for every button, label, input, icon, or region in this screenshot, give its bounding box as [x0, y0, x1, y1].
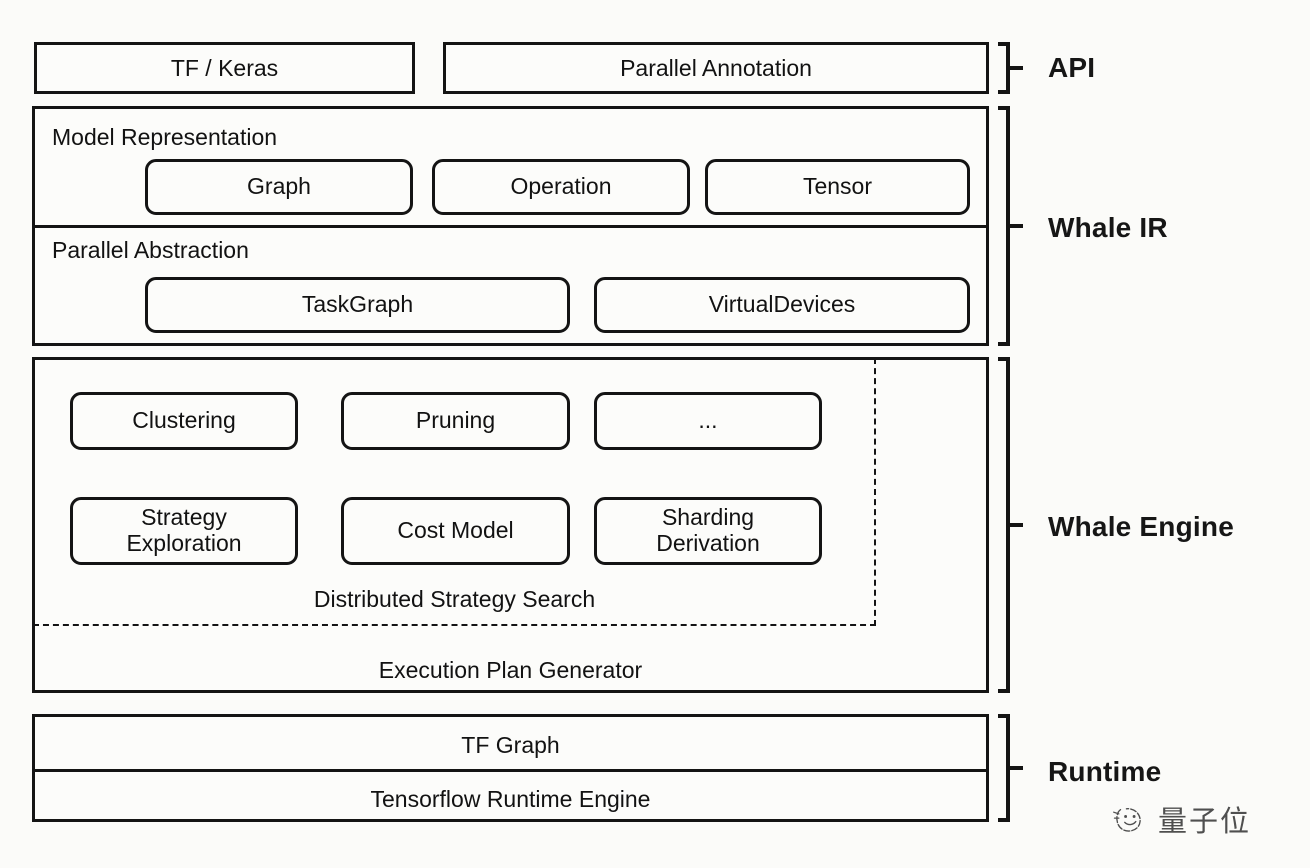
runtime-box-tensorflow-runtime-engine-label: Tensorflow Runtime Engine	[370, 786, 651, 812]
ir-box-virtualdevices[interactable]: VirtualDevices	[594, 277, 970, 333]
ir-box-graph-label: Graph	[247, 173, 311, 200]
engine-box-strategy-exploration-line2: Exploration	[126, 530, 242, 556]
watermark-text: 量子位	[1158, 804, 1252, 838]
runtime-divider	[32, 769, 989, 772]
engine-box-cost-model-line1: Cost Model	[397, 517, 514, 544]
smiley-face-icon	[1113, 808, 1141, 832]
diagram-canvas: TF / Keras Parallel Annotation API Model…	[0, 0, 1310, 868]
bracket-whale-engine	[998, 357, 1023, 693]
engine-box-strategy-exploration[interactable]: Strategy Exploration	[70, 497, 298, 565]
ir-box-tensor-label: Tensor	[802, 173, 873, 200]
engine-box-pruning[interactable]: Pruning	[341, 392, 570, 450]
runtime-box-tf-graph-label: TF Graph	[461, 732, 560, 758]
bracket-runtime-arm-bottom	[998, 818, 1010, 822]
distributed-strategy-search-caption: Distributed Strategy Search	[313, 586, 596, 612]
engine-box-sharding-derivation[interactable]: Sharding Derivation	[594, 497, 822, 565]
whale-ir-divider	[32, 225, 989, 228]
ir-box-operation-label: Operation	[510, 173, 612, 200]
section-label-whale-ir: Whale IR	[1048, 212, 1168, 243]
watermark: 量子位	[1112, 798, 1251, 840]
model-representation-title: Model Representation	[52, 124, 278, 150]
bracket-runtime-tick	[1010, 766, 1023, 770]
engine-box-pruning-label: Pruning	[415, 407, 496, 434]
engine-box-cost-model[interactable]: Cost Model	[341, 497, 570, 565]
bracket-whale-ir	[998, 106, 1023, 346]
execution-plan-generator-caption: Execution Plan Generator	[378, 657, 643, 683]
bracket-api	[998, 42, 1023, 94]
api-box-parallel-annotation-label: Parallel Annotation	[620, 54, 812, 81]
engine-box-ellipsis-label: ...	[698, 407, 718, 434]
bracket-api-tick	[1010, 66, 1023, 70]
bracket-whale-ir-arm-bottom	[998, 342, 1010, 346]
section-label-api: API	[1048, 52, 1096, 83]
api-box-parallel-annotation[interactable]: Parallel Annotation	[443, 42, 989, 94]
ir-box-taskgraph[interactable]: TaskGraph	[145, 277, 570, 333]
ir-box-graph[interactable]: Graph	[145, 159, 413, 215]
engine-box-sharding-derivation-line2: Derivation	[656, 530, 760, 556]
engine-box-sharding-derivation-line1: Sharding	[661, 504, 755, 531]
ir-box-virtualdevices-label: VirtualDevices	[708, 291, 856, 318]
engine-box-clustering[interactable]: Clustering	[70, 392, 298, 450]
section-label-runtime: Runtime	[1048, 756, 1162, 787]
engine-box-strategy-exploration-line1: Strategy	[141, 504, 227, 531]
parallel-abstraction-title: Parallel Abstraction	[52, 237, 249, 263]
bracket-whale-ir-tick	[1010, 224, 1023, 228]
section-label-whale-engine: Whale Engine	[1048, 511, 1234, 542]
ir-box-tensor[interactable]: Tensor	[705, 159, 970, 215]
bracket-runtime	[998, 714, 1023, 822]
ir-box-operation[interactable]: Operation	[432, 159, 690, 215]
bracket-whale-engine-arm-bottom	[998, 689, 1010, 693]
bracket-whale-engine-tick	[1010, 523, 1023, 527]
engine-box-ellipsis[interactable]: ...	[594, 392, 822, 450]
api-box-tf-keras[interactable]: TF / Keras	[34, 42, 415, 94]
engine-box-clustering-label: Clustering	[132, 407, 236, 434]
api-box-tf-keras-label: TF / Keras	[170, 54, 279, 81]
ir-box-taskgraph-label: TaskGraph	[301, 291, 414, 318]
bracket-api-arm-bottom	[998, 90, 1010, 94]
